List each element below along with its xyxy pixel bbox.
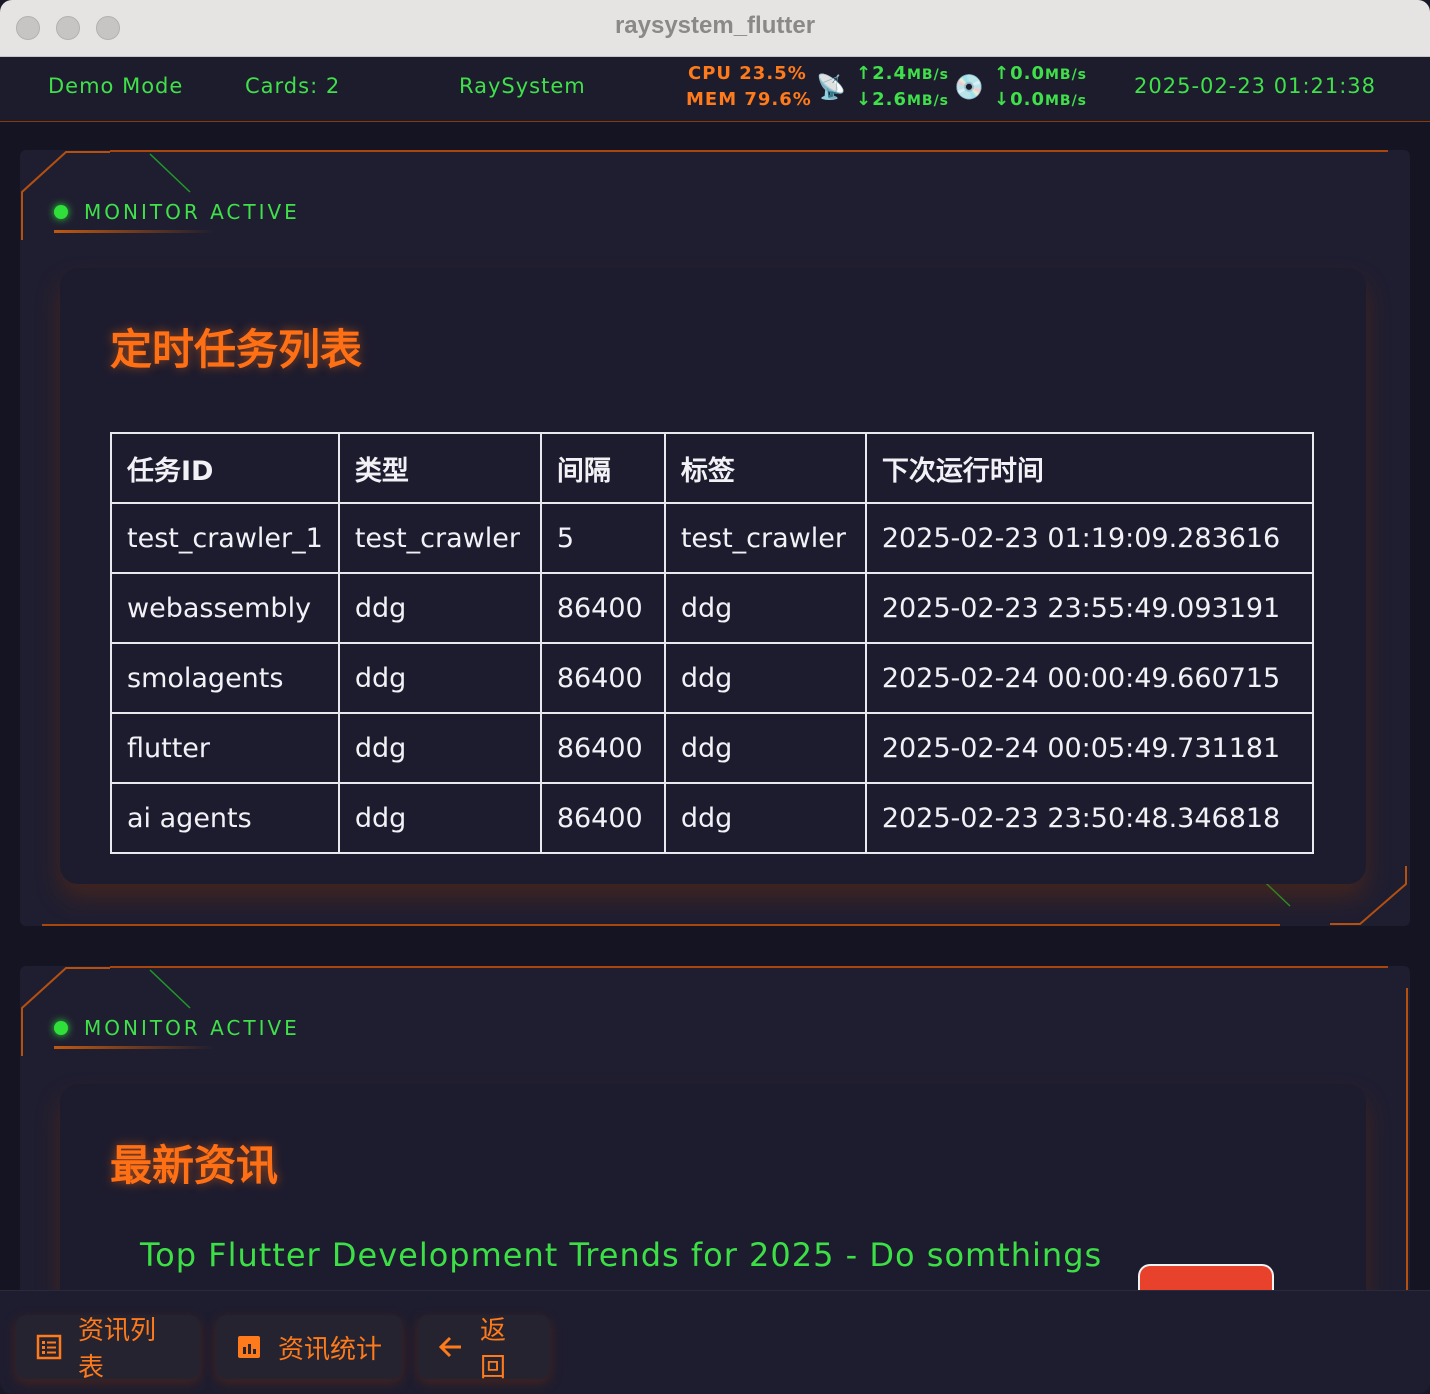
card-top-border — [110, 966, 1388, 968]
column-header-task-id: 任务ID — [110, 432, 340, 504]
news-panel: 最新资讯 Top Flutter Development Trends for … — [60, 1084, 1366, 1290]
cell-tag: ddg — [663, 782, 867, 854]
cell-tag: ddg — [663, 712, 867, 784]
satellite-icon: 📡 — [816, 73, 844, 101]
table-row: webassembly ddg 86400 ddg 2025-02-23 23:… — [110, 572, 1314, 644]
cell-task-id: test_crawler_1 — [110, 502, 340, 574]
corner-decoration-top-left — [21, 151, 110, 240]
cell-next-run: 2025-02-24 00:05:49.731181 — [864, 712, 1314, 784]
disk-write: ↑0.0MB/s — [994, 63, 1088, 84]
memory-usage: MEM 79.6% — [686, 89, 812, 110]
cards-scroll-area[interactable]: MONITOR ACTIVE 定时任务列表 任务ID 类型 间隔 标签 下次运行… — [0, 122, 1430, 1290]
app-window: raysystem_flutter Demo Mode Cards: 2 Ray… — [0, 0, 1430, 1394]
cell-type: ddg — [337, 642, 542, 714]
disk-icon: 💿 — [954, 73, 982, 101]
bar-chart-icon — [238, 1336, 260, 1358]
cell-tag: test_crawler — [663, 502, 867, 574]
app-name: RaySystem — [459, 74, 586, 98]
monitor-status: MONITOR ACTIVE — [54, 1016, 300, 1040]
news-stats-button[interactable]: 资讯统计 — [216, 1315, 402, 1379]
card-top-border — [110, 150, 1388, 152]
cell-task-id: flutter — [110, 712, 340, 784]
cell-interval: 5 — [539, 502, 666, 574]
cell-type: ddg — [337, 712, 542, 784]
news-item-link[interactable]: Top Flutter Development Trends for 2025 … — [140, 1236, 1102, 1274]
monitor-label: MONITOR ACTIVE — [84, 1016, 300, 1040]
demo-mode-label: Demo Mode — [48, 74, 184, 98]
card-bottom-border — [42, 924, 1280, 926]
column-header-interval: 间隔 — [539, 432, 666, 504]
disk-read: ↓0.0MB/s — [994, 89, 1088, 110]
column-header-type: 类型 — [337, 432, 542, 504]
status-dot-icon — [54, 205, 68, 219]
cell-type: ddg — [337, 782, 542, 854]
cell-interval: 86400 — [539, 642, 666, 714]
cell-next-run: 2025-02-23 01:19:09.283616 — [864, 502, 1314, 574]
bottom-toolbar: 资讯列表 资讯统计 返回 — [0, 1290, 1430, 1394]
cell-tag: ddg — [663, 642, 867, 714]
status-bar: Demo Mode Cards: 2 RaySystem CPU 23.5% M… — [0, 57, 1430, 122]
status-dot-icon — [54, 1021, 68, 1035]
cell-type: test_crawler — [337, 502, 542, 574]
network-upload: ↑2.4MB/s — [856, 63, 950, 84]
cpu-usage: CPU 23.5% — [688, 63, 807, 84]
news-list-button[interactable]: 资讯列表 — [16, 1315, 200, 1383]
news-card: MONITOR ACTIVE 最新资讯 Top Flutter Developm… — [20, 966, 1410, 1290]
cell-interval: 86400 — [539, 782, 666, 854]
list-icon — [36, 1334, 62, 1360]
task-table: 任务ID 类型 间隔 标签 下次运行时间 test_crawler_1 test… — [110, 432, 1314, 854]
cell-task-id: smolagents — [110, 642, 340, 714]
corner-accent-green — [149, 969, 191, 1009]
cell-task-id: webassembly — [110, 572, 340, 644]
arrow-left-icon — [438, 1336, 461, 1358]
section-title: 定时任务列表 — [110, 325, 363, 374]
cell-next-run: 2025-02-24 00:00:49.660715 — [864, 642, 1314, 714]
news-list-label: 资讯列表 — [78, 1316, 157, 1383]
cards-count: Cards: 2 — [245, 74, 341, 98]
table-row: smolagents ddg 86400 ddg 2025-02-24 00:0… — [110, 642, 1314, 714]
back-button[interactable]: 返回 — [418, 1315, 550, 1383]
monitor-underline — [54, 230, 214, 233]
cell-next-run: 2025-02-23 23:50:48.346818 — [864, 782, 1314, 854]
title-bar: raysystem_flutter — [0, 0, 1430, 57]
card-right-border — [1406, 988, 1408, 1290]
monitor-underline — [54, 1046, 214, 1049]
news-item-action-button[interactable] — [1138, 1264, 1274, 1290]
section-title: 最新资讯 — [110, 1141, 279, 1190]
table-row: test_crawler_1 test_crawler 5 test_crawl… — [110, 502, 1314, 574]
cell-tag: ddg — [663, 572, 867, 644]
column-header-tag: 标签 — [663, 432, 867, 504]
back-label: 返回 — [480, 1316, 507, 1383]
monitor-label: MONITOR ACTIVE — [84, 200, 300, 224]
cell-next-run: 2025-02-23 23:55:49.093191 — [864, 572, 1314, 644]
cell-interval: 86400 — [539, 572, 666, 644]
news-stats-label: 资讯统计 — [278, 1334, 383, 1365]
clock: 2025-02-23 01:21:38 — [1134, 74, 1377, 98]
task-list-card: MONITOR ACTIVE 定时任务列表 任务ID 类型 间隔 标签 下次运行… — [20, 150, 1410, 926]
table-header-row: 任务ID 类型 间隔 标签 下次运行时间 — [110, 432, 1314, 504]
column-header-next-run: 下次运行时间 — [864, 432, 1314, 504]
monitor-status: MONITOR ACTIVE — [54, 200, 300, 224]
corner-decoration-top-left — [21, 967, 110, 1056]
network-download: ↓2.6MB/s — [856, 89, 950, 110]
window-title: raysystem_flutter — [614, 12, 816, 39]
table-row: flutter ddg 86400 ddg 2025-02-24 00:05:4… — [110, 712, 1314, 784]
table-row: ai agents ddg 86400 ddg 2025-02-23 23:50… — [110, 782, 1314, 854]
cell-task-id: ai agents — [110, 782, 340, 854]
corner-accent-green — [149, 153, 191, 193]
cell-interval: 86400 — [539, 712, 666, 784]
cell-type: ddg — [337, 572, 542, 644]
